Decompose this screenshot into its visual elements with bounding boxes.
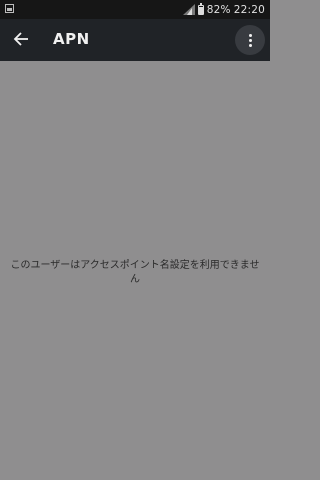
battery-fill [198,6,203,14]
arrow-back-icon [13,31,29,50]
cell-signal-icon [182,4,195,15]
status-indicators: 82% 22:20 [182,2,265,17]
more-vert-icon [248,33,252,47]
clock: 22:20 [233,3,265,16]
back-button[interactable] [8,27,34,53]
battery-percent: 82% [206,3,231,16]
battery-icon [197,2,204,15]
status-bar: 82% 22:20 [0,0,270,19]
more-options-button[interactable] [235,25,265,55]
content-area: このユーザーはアクセスポイント名設定を利用できません [0,61,270,480]
page-title: APN [53,30,90,48]
app-bar: APN [0,19,270,61]
unavailable-message: このユーザーはアクセスポイント名設定を利用できません [10,260,260,285]
image-notification-icon [5,4,14,13]
